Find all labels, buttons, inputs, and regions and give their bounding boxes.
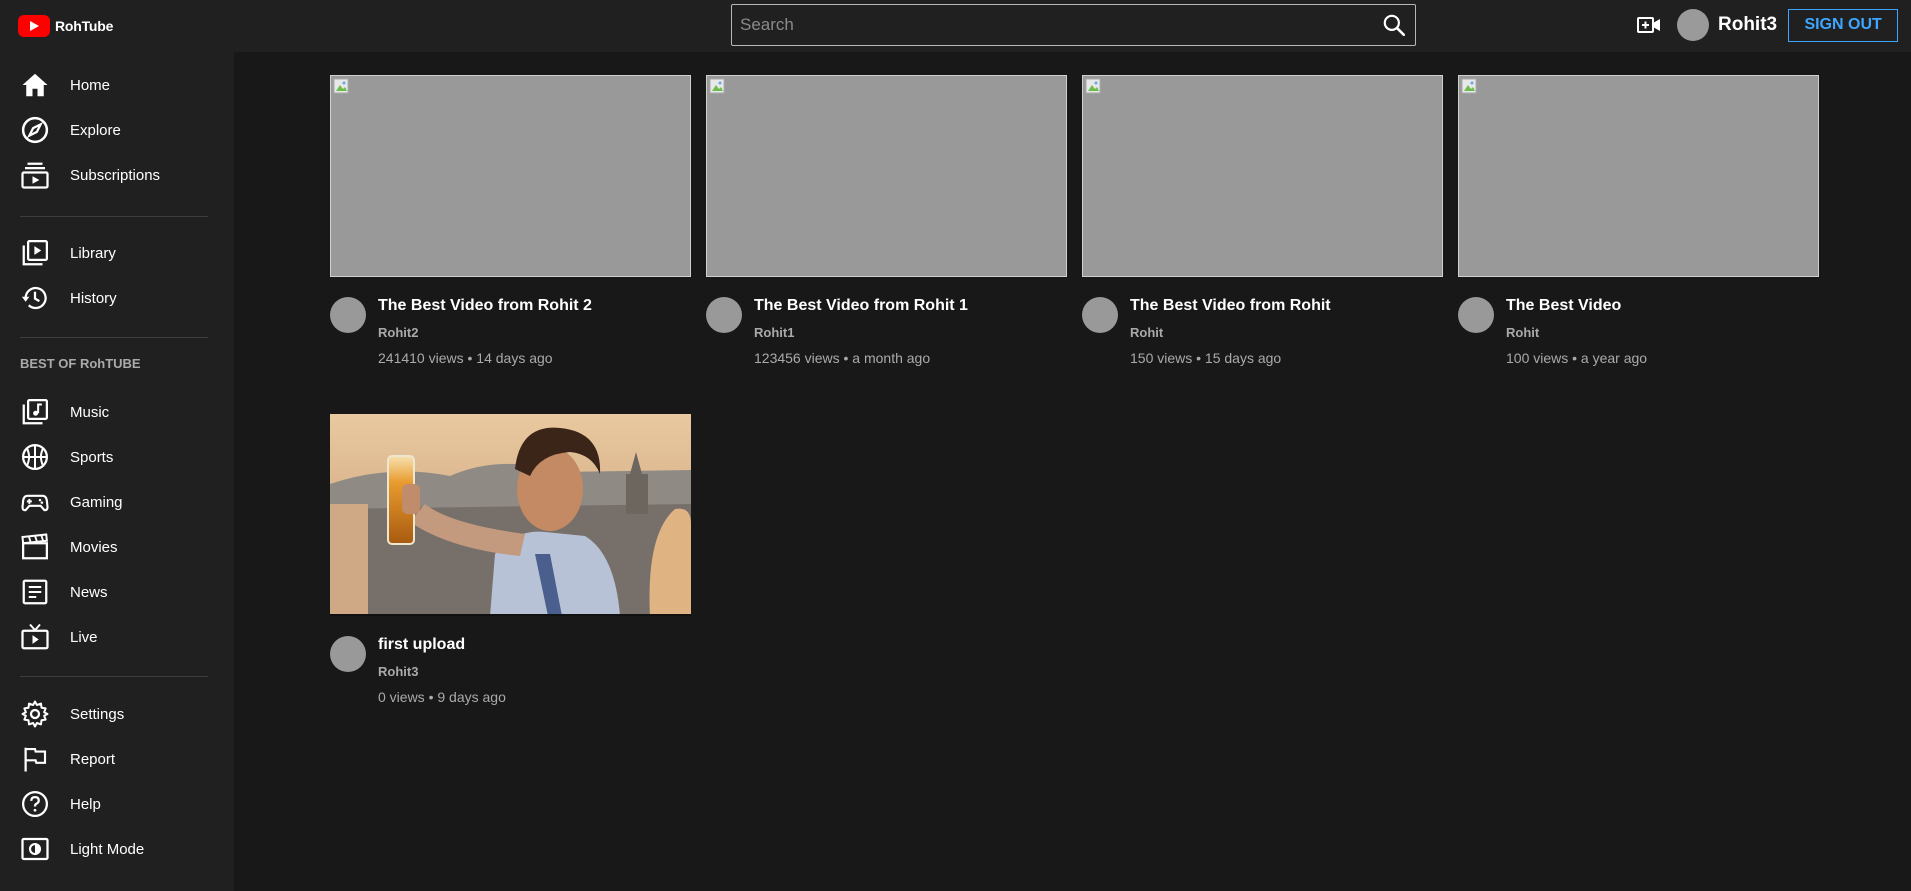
channel-name[interactable]: Rohit3: [378, 664, 418, 679]
sidebar-item-label: Live: [70, 628, 98, 646]
video-thumbnail[interactable]: [330, 75, 691, 277]
create-video-icon[interactable]: [1636, 13, 1662, 37]
video-title[interactable]: The Best Video: [1506, 297, 1621, 315]
broken-image-icon: [1461, 78, 1477, 94]
video-title[interactable]: The Best Video from Rohit 1: [754, 297, 968, 315]
movies-icon: [21, 533, 48, 560]
sidebar-item-label: Settings: [70, 705, 125, 723]
sidebar-item-history[interactable]: History: [0, 276, 234, 320]
sidebar-item-news[interactable]: News: [0, 570, 234, 614]
search-icon[interactable]: [1381, 12, 1407, 38]
sidebar-item-label: Movies: [70, 538, 118, 556]
sidebar-item-label: Subscriptions: [70, 166, 161, 184]
channel-name[interactable]: Rohit1: [754, 325, 794, 340]
sidebar-item-report[interactable]: Report: [0, 737, 234, 781]
channel-name[interactable]: Rohit2: [378, 325, 418, 340]
video-stats: 150 views • 15 days ago: [1130, 350, 1282, 366]
top-header: RohTube Rohit3 SIGN OUT: [0, 0, 1911, 52]
video-thumbnail[interactable]: [1458, 75, 1819, 277]
sidebar-item-label: Light Mode: [70, 840, 145, 858]
video-title[interactable]: The Best Video from Rohit 2: [378, 297, 592, 315]
channel-avatar[interactable]: [330, 297, 366, 333]
video-stats: 123456 views • a month ago: [754, 350, 931, 366]
video-stats: 100 views • a year ago: [1506, 350, 1648, 366]
live-icon: [21, 623, 49, 650]
brand-logo[interactable]: RohTube: [18, 15, 113, 37]
sidebar-item-explore[interactable]: Explore: [0, 108, 234, 152]
music-icon: [22, 399, 48, 425]
subscriptions-icon: [21, 162, 49, 189]
play-logo-icon: [18, 15, 50, 37]
sidebar-item-label: Help: [70, 795, 101, 813]
video-card[interactable]: The Best Video from Rohit Rohit 150 view…: [1082, 75, 1443, 367]
news-icon: [22, 579, 48, 605]
video-card[interactable]: The Best Video from Rohit 1 Rohit1 12345…: [706, 75, 1067, 367]
sidebar-item-label: Home: [70, 76, 111, 94]
channel-name[interactable]: Rohit: [1130, 325, 1163, 340]
sidebar-item-label: Library: [70, 244, 116, 262]
channel-avatar[interactable]: [1082, 297, 1118, 333]
username: Rohit3: [1718, 14, 1778, 35]
brand-name: RohTube: [55, 18, 114, 34]
broken-image-icon: [1085, 78, 1101, 94]
sidebar-item-subscriptions[interactable]: Subscriptions: [0, 153, 234, 197]
history-icon: [21, 286, 47, 310]
sidebar-item-label: Explore: [70, 121, 121, 139]
sidebar-item-gaming[interactable]: Gaming: [0, 480, 234, 524]
user-avatar[interactable]: [1677, 9, 1709, 41]
help-icon: [22, 791, 48, 817]
sidebar-section-title: BEST OF RohTUBE: [20, 356, 141, 371]
video-thumbnail[interactable]: [1082, 75, 1443, 277]
video-card[interactable]: The Best Video from Rohit 2 Rohit2 24141…: [330, 75, 691, 367]
sidebar-item-live[interactable]: Live: [0, 615, 234, 659]
channel-avatar[interactable]: [1458, 297, 1494, 333]
channel-name[interactable]: Rohit: [1506, 325, 1539, 340]
sidebar-item-help[interactable]: Help: [0, 782, 234, 826]
compass-icon: [21, 116, 49, 144]
sidebar-divider: [20, 216, 208, 217]
sidebar: Home Explore Subscriptions Library Histo…: [0, 52, 234, 891]
video-stats: 241410 views • 14 days ago: [378, 350, 553, 366]
sidebar-item-home[interactable]: Home: [0, 63, 234, 107]
light-mode-icon: [21, 837, 49, 861]
sidebar-item-settings[interactable]: Settings: [0, 692, 234, 736]
sidebar-item-sports[interactable]: Sports: [0, 435, 234, 479]
gaming-icon: [21, 494, 49, 512]
home-icon: [22, 73, 48, 97]
sidebar-item-label: Report: [70, 750, 116, 768]
broken-image-icon: [333, 78, 349, 94]
video-thumbnail-photo: [330, 414, 691, 616]
sidebar-item-label: News: [70, 583, 108, 601]
video-title[interactable]: The Best Video from Rohit: [1130, 297, 1331, 315]
sidebar-item-library[interactable]: Library: [0, 231, 234, 275]
video-card[interactable]: first upload Rohit3 0 views • 9 days ago: [330, 414, 691, 706]
channel-avatar[interactable]: [330, 636, 366, 672]
sidebar-item-label: Sports: [70, 448, 114, 466]
sidebar-divider: [20, 337, 208, 338]
sidebar-item-movies[interactable]: Movies: [0, 525, 234, 569]
broken-image-icon: [709, 78, 725, 94]
flag-icon: [24, 747, 47, 772]
sidebar-item-label: Music: [70, 403, 110, 421]
video-thumbnail[interactable]: [706, 75, 1067, 277]
video-thumbnail[interactable]: [330, 414, 691, 616]
sidebar-item-label: Gaming: [70, 493, 123, 511]
library-icon: [22, 240, 48, 266]
gear-icon: [21, 700, 49, 728]
channel-avatar[interactable]: [706, 297, 742, 333]
search-input[interactable]: [732, 5, 1352, 45]
sports-icon: [22, 444, 48, 470]
sidebar-item-light-mode[interactable]: Light Mode: [0, 827, 234, 871]
sidebar-item-music[interactable]: Music: [0, 390, 234, 434]
video-stats: 0 views • 9 days ago: [378, 689, 506, 705]
sidebar-item-label: History: [70, 289, 117, 307]
sign-out-button[interactable]: SIGN OUT: [1788, 8, 1899, 42]
sidebar-divider: [20, 676, 208, 677]
video-card[interactable]: The Best Video Rohit 100 views • a year …: [1458, 75, 1819, 367]
video-title[interactable]: first upload: [378, 636, 465, 654]
search-box: [731, 4, 1416, 46]
